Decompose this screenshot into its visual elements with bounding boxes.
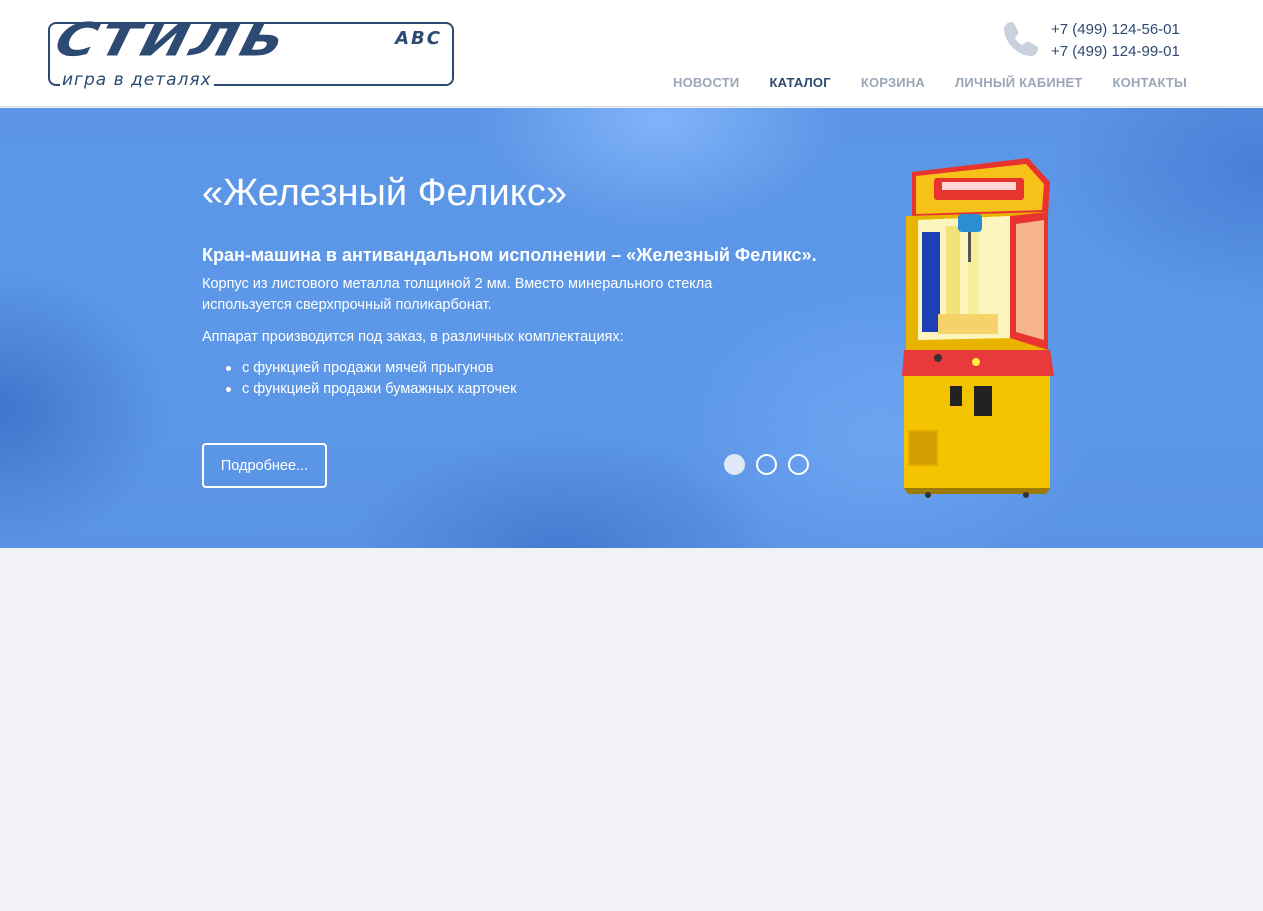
slide-paragraph-1: Корпус из листового металла толщиной 2 м… xyxy=(202,276,713,313)
nav-catalog[interactable]: КАТАЛОГ xyxy=(769,75,830,90)
site-header: СТИЛЬ ABC игра в деталях +7 (499) 124-56… xyxy=(0,0,1263,107)
crane-machine-image xyxy=(902,158,1054,498)
more-button[interactable]: Подробнее... xyxy=(202,443,327,488)
nav-contacts[interactable]: КОНТАКТЫ xyxy=(1113,75,1187,90)
slide-features-list: с функцией продажи мячей прыгунов с функ… xyxy=(222,358,516,400)
slide-paragraph-2: Аппарат производится под заказ, в различ… xyxy=(202,329,624,345)
logo-tagline: игра в деталях xyxy=(60,70,214,90)
slider-dot-2[interactable] xyxy=(756,454,777,475)
list-item: с функцией продажи бумажных карточек xyxy=(222,379,516,400)
logo-wordmark: СТИЛЬ xyxy=(49,13,294,68)
phone-icon xyxy=(1004,22,1038,56)
slider-dots xyxy=(724,454,809,475)
hero-slider: «Железный Феликс» Кран-машина в антиванд… xyxy=(0,108,1263,548)
phone-number-1[interactable]: +7 (499) 124-56-01 xyxy=(1051,19,1191,41)
nav-cart[interactable]: КОРЗИНА xyxy=(861,75,925,90)
slide-title: «Железный Феликс» xyxy=(202,172,567,214)
slider-dot-1[interactable] xyxy=(724,454,745,475)
nav-account[interactable]: ЛИЧНЫЙ КАБИНЕТ xyxy=(955,75,1082,90)
slider-dot-3[interactable] xyxy=(788,454,809,475)
phone-number-2[interactable]: +7 (499) 124-99-01 xyxy=(1051,41,1191,63)
main-nav: НОВОСТИ КАТАЛОГ КОРЗИНА ЛИЧНЫЙ КАБИНЕТ К… xyxy=(673,75,1187,90)
list-item: с функцией продажи мячей прыгунов xyxy=(222,358,516,379)
nav-news[interactable]: НОВОСТИ xyxy=(673,75,739,90)
slide-subtitle: Кран-машина в антивандальном исполнении … xyxy=(202,245,817,265)
phone-numbers: +7 (499) 124-56-01 +7 (499) 124-99-01 xyxy=(1051,19,1191,63)
logo-abc: ABC xyxy=(395,28,442,49)
site-logo[interactable]: СТИЛЬ ABC игра в деталях xyxy=(48,14,454,90)
